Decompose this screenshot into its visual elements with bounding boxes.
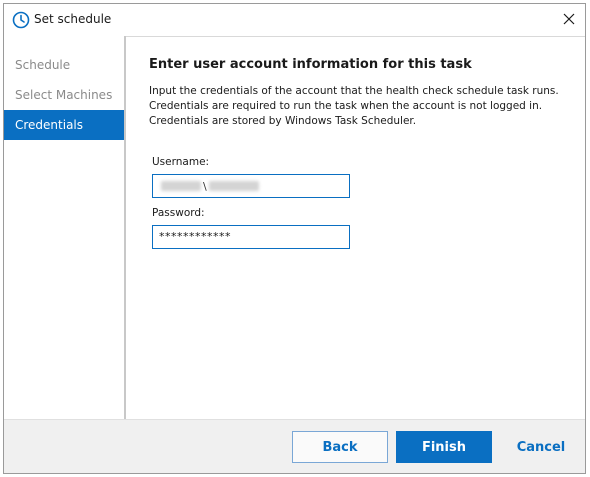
finish-button[interactable]: Finish — [396, 431, 492, 463]
back-button[interactable]: Back — [292, 431, 388, 463]
wizard-sidebar: Schedule Select Machines Credentials — [4, 36, 126, 422]
credentials-panel: Enter user account information for this … — [126, 36, 585, 422]
page-title: Enter user account information for this … — [149, 57, 472, 72]
password-field[interactable]: ************ — [152, 225, 350, 249]
set-schedule-dialog: Set schedule Schedule Select Machines Cr… — [3, 3, 586, 474]
dialog-footer: Back Finish Cancel — [4, 419, 585, 473]
cancel-button[interactable]: Cancel — [506, 431, 576, 463]
redacted-domain — [161, 181, 201, 191]
username-label: Username: — [152, 156, 210, 168]
sidebar-item-select-machines[interactable]: Select Machines — [4, 80, 124, 110]
description-line: Credentials are required to run the task… — [149, 100, 543, 112]
sidebar-item-credentials[interactable]: Credentials — [4, 110, 124, 140]
close-icon — [563, 13, 575, 28]
sidebar-item-schedule[interactable]: Schedule — [4, 50, 124, 80]
description-line: Input the credentials of the account tha… — [149, 85, 559, 97]
description-line: Credentials are stored by Windows Task S… — [149, 115, 417, 127]
close-button[interactable] — [557, 8, 581, 32]
window-title: Set schedule — [34, 12, 112, 26]
title-bar: Set schedule — [4, 4, 585, 37]
description-text: Input the credentials of the account tha… — [149, 84, 569, 129]
username-field[interactable]: \ — [152, 174, 350, 198]
clock-icon — [12, 11, 30, 29]
password-label: Password: — [152, 207, 205, 219]
redacted-username — [208, 181, 259, 191]
username-separator: \ — [203, 179, 207, 193]
